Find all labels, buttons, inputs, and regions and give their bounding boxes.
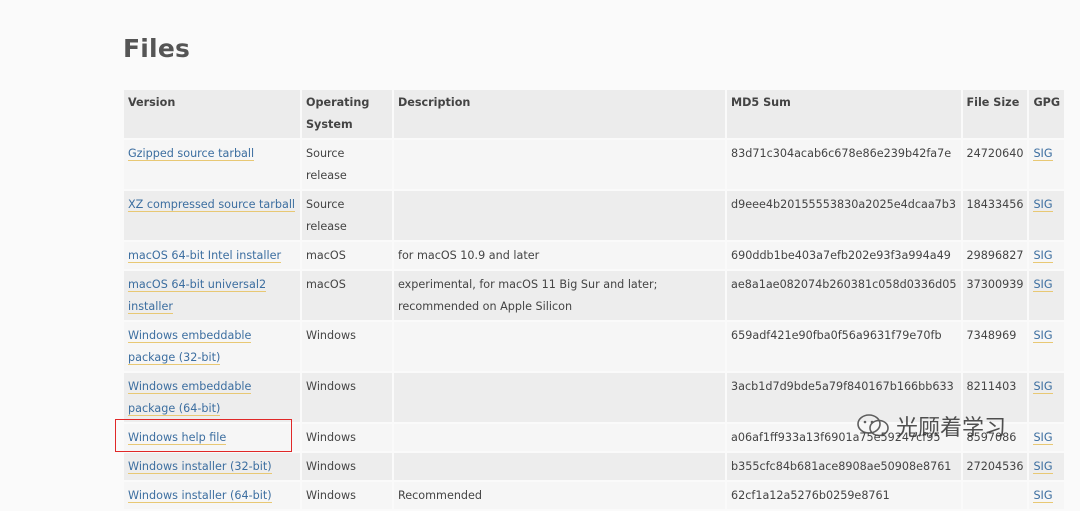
download-link[interactable]: Windows help file: [128, 431, 227, 445]
description-cell: for macOS 10.9 and later: [394, 242, 725, 269]
os-cell: Windows: [302, 373, 392, 422]
os-cell: macOS: [302, 271, 392, 320]
file-size-cell: 18433456: [962, 191, 1028, 240]
md5-cell: 62cf1a12a5276b0259e8761: [727, 482, 961, 509]
header-version: Version: [124, 90, 300, 138]
description-cell: Recommended: [394, 482, 725, 509]
table-row: Windows installer (32-bit) Windows b355c…: [124, 453, 1065, 480]
description-cell: experimental, for macOS 11 Big Sur and l…: [394, 271, 725, 320]
os-cell: Source release: [302, 191, 392, 240]
files-table: Version Operating System Description MD5…: [122, 88, 1066, 511]
table-header-row: Version Operating System Description MD5…: [124, 90, 1065, 138]
sig-link[interactable]: SIG: [1033, 249, 1053, 263]
version-cell: Windows embeddable package (32-bit): [124, 322, 300, 371]
version-cell: XZ compressed source tarball: [124, 191, 300, 240]
gpg-cell: SIG: [1029, 424, 1065, 451]
sig-link[interactable]: SIG: [1033, 489, 1053, 503]
sig-link[interactable]: SIG: [1033, 329, 1053, 343]
description-cell: [394, 424, 725, 451]
chat-bubble-icon: [857, 414, 889, 437]
version-cell: macOS 64-bit universal2 installer: [124, 271, 300, 320]
os-cell: Source release: [302, 140, 392, 189]
table-row: macOS 64-bit Intel installer macOS for m…: [124, 242, 1065, 269]
download-link[interactable]: Windows embeddable package (32-bit): [128, 329, 252, 365]
gpg-cell: SIG: [1029, 271, 1065, 320]
version-cell: Windows embeddable package (64-bit): [124, 373, 300, 422]
os-cell: Windows: [302, 482, 392, 509]
watermark-text: 光顾着学习: [896, 416, 1007, 441]
header-operating-system: Operating System: [302, 90, 392, 138]
file-size-cell: [962, 482, 1028, 509]
description-cell: [394, 453, 725, 480]
download-link[interactable]: Windows embeddable package (64-bit): [128, 380, 252, 416]
download-link[interactable]: macOS 64-bit Intel installer: [128, 249, 282, 263]
file-size-cell: 24720640: [962, 140, 1028, 189]
file-size-cell: 27204536: [962, 453, 1028, 480]
md5-cell: 690ddb1be403a7efb202e93f3a994a49: [727, 242, 961, 269]
description-cell: [394, 322, 725, 371]
sig-link[interactable]: SIG: [1033, 278, 1053, 292]
version-cell: Windows installer (64-bit): [124, 482, 300, 509]
gpg-cell: SIG: [1029, 242, 1065, 269]
file-size-cell: 29896827: [962, 242, 1028, 269]
download-link[interactable]: Gzipped source tarball: [128, 147, 255, 161]
page-title: Files: [123, 34, 191, 63]
table-row: Windows embeddable package (32-bit) Wind…: [124, 322, 1065, 371]
download-link[interactable]: Windows installer (32-bit): [128, 460, 272, 474]
file-size-cell: 37300939: [962, 271, 1028, 320]
file-size-cell: 7348969: [962, 322, 1028, 371]
table-row: Windows installer (64-bit) Windows Recom…: [124, 482, 1065, 509]
sig-link[interactable]: SIG: [1033, 460, 1053, 474]
gpg-cell: SIG: [1029, 373, 1065, 422]
header-file-size: File Size: [962, 90, 1028, 138]
header-description: Description: [394, 90, 725, 138]
gpg-cell: SIG: [1029, 482, 1065, 509]
sig-link[interactable]: SIG: [1033, 431, 1053, 445]
table-row: Gzipped source tarball Source release 83…: [124, 140, 1065, 189]
description-cell: [394, 140, 725, 189]
description-cell: [394, 191, 725, 240]
version-cell: Windows help file: [124, 424, 300, 451]
watermark: 光顾着学习: [856, 410, 1006, 442]
version-cell: Windows installer (32-bit): [124, 453, 300, 480]
sig-link[interactable]: SIG: [1033, 380, 1053, 394]
table-row: macOS 64-bit universal2 installer macOS …: [124, 271, 1065, 320]
gpg-cell: SIG: [1029, 322, 1065, 371]
description-cell: [394, 373, 725, 422]
download-link[interactable]: XZ compressed source tarball: [128, 198, 296, 212]
os-cell: Windows: [302, 424, 392, 451]
md5-cell: 83d71c304acab6c678e86e239b42fa7e: [727, 140, 961, 189]
sig-link[interactable]: SIG: [1033, 198, 1053, 212]
md5-cell: b355cfc84b681ace8908ae50908e8761: [727, 453, 961, 480]
header-md5-sum: MD5 Sum: [727, 90, 961, 138]
os-cell: Windows: [302, 453, 392, 480]
sig-link[interactable]: SIG: [1033, 147, 1053, 161]
version-cell: macOS 64-bit Intel installer: [124, 242, 300, 269]
header-gpg: GPG: [1029, 90, 1065, 138]
gpg-cell: SIG: [1029, 453, 1065, 480]
table-row: XZ compressed source tarball Source rele…: [124, 191, 1065, 240]
version-cell: Gzipped source tarball: [124, 140, 300, 189]
gpg-cell: SIG: [1029, 140, 1065, 189]
md5-cell: d9eee4b20155553830a2025e4dcaa7b3: [727, 191, 961, 240]
gpg-cell: SIG: [1029, 191, 1065, 240]
download-link[interactable]: Windows installer (64-bit): [128, 489, 272, 503]
md5-cell: 659adf421e90fba0f56a9631f79e70fb: [727, 322, 961, 371]
download-link[interactable]: macOS 64-bit universal2 installer: [128, 278, 267, 314]
os-cell: macOS: [302, 242, 392, 269]
os-cell: Windows: [302, 322, 392, 371]
md5-cell: ae8a1ae082074b260381c058d0336d05: [727, 271, 961, 320]
